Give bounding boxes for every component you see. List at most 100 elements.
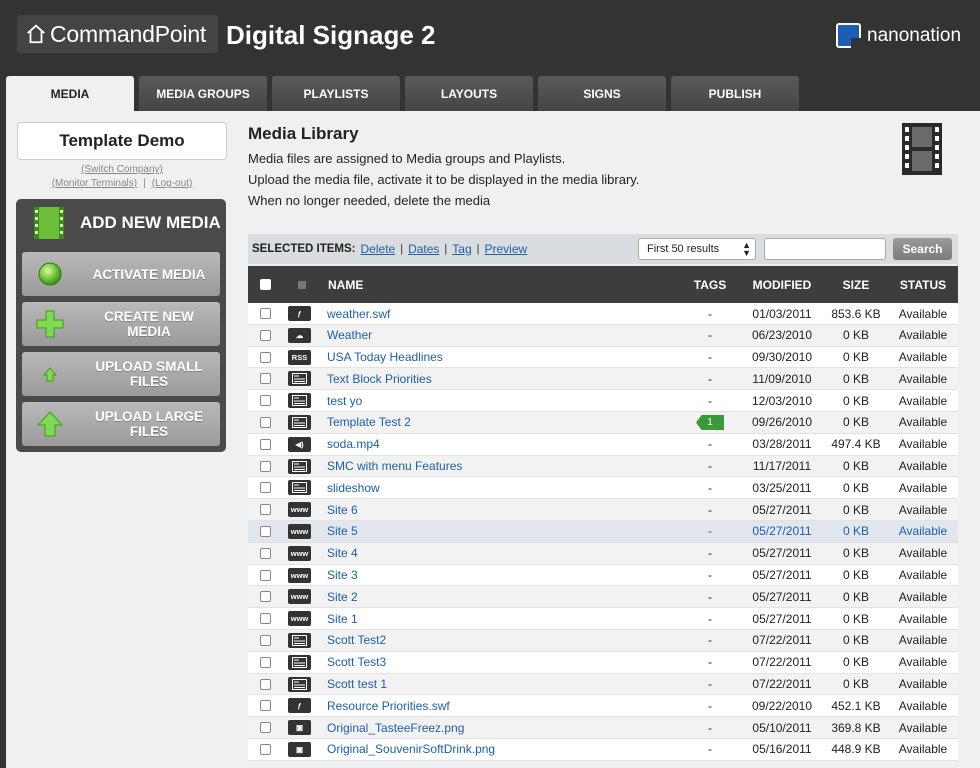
media-status: Available [898, 546, 948, 561]
row-checkbox[interactable] [260, 739, 272, 760]
media-name-link[interactable]: Original_SouvenirSoftDrink.png [327, 739, 495, 760]
delete-link[interactable]: Delete [361, 242, 396, 256]
row-checkbox[interactable] [260, 477, 272, 498]
row-checkbox[interactable] [260, 652, 272, 673]
column-size[interactable]: SIZE [824, 266, 888, 303]
link-separator: | [400, 243, 404, 255]
row-checkbox[interactable] [260, 586, 272, 607]
table-row[interactable]: www Site 5 - 05/27/2011 0 KB Available [248, 520, 958, 543]
nanonation-logo-icon [836, 23, 861, 48]
preview-link[interactable]: Preview [485, 242, 528, 256]
row-checkbox[interactable] [260, 368, 272, 389]
tab-media-groups[interactable]: MEDIA GROUPS [139, 76, 267, 111]
table-row[interactable]: Text Block Priorities - 11/09/2010 0 KB Avai… [248, 368, 958, 391]
row-checkbox[interactable] [260, 499, 272, 520]
media-name-link[interactable]: Scott Test3 [327, 652, 386, 673]
media-name-link[interactable]: USA Today Headlines [327, 347, 443, 368]
table-row[interactable]: www Site 6 - 05/27/2011 0 KB Available [248, 499, 958, 521]
row-checkbox[interactable] [260, 434, 272, 455]
row-checkbox[interactable] [260, 695, 272, 716]
row-checkbox[interactable] [260, 456, 272, 477]
column-status[interactable]: STATUS [894, 266, 952, 303]
tag-count-badge[interactable]: 1 [696, 414, 724, 430]
table-row[interactable]: SMC with menu Features - 11/17/2011 0 KB Ava… [248, 455, 958, 478]
type-column-icon [298, 266, 306, 303]
row-checkbox[interactable] [260, 303, 272, 324]
upload-large-files-button[interactable]: UPLOAD LARGE FILES [22, 402, 220, 446]
dates-link[interactable]: Dates [408, 242, 439, 256]
media-modified: 07/22/2011 [752, 677, 812, 692]
table-row[interactable]: ▣ Original_SouvenirSoftDrink.png - 05/16/20… [248, 738, 958, 761]
media-name-link[interactable]: Template Test 2 [327, 412, 411, 433]
table-row[interactable]: www Site 3 - 05/27/2011 0 KB Available [248, 564, 958, 587]
row-checkbox[interactable] [260, 565, 272, 586]
column-modified[interactable]: MODIFIED [748, 266, 816, 303]
row-checkbox[interactable] [260, 521, 272, 542]
media-tags: - [708, 437, 712, 452]
column-name[interactable]: NAME [328, 266, 363, 303]
table-row[interactable]: Scott Test2 - 07/22/2011 0 KB Available [248, 629, 958, 652]
table-row[interactable]: Scott test 1 - 07/22/2011 0 KB Available [248, 673, 958, 696]
row-checkbox[interactable] [260, 674, 272, 695]
row-checkbox[interactable] [260, 608, 272, 629]
table-row[interactable]: ƒ weather.swf - 01/03/2011 853.6 KB Available [248, 303, 958, 325]
tab-playlists[interactable]: PLAYLISTS [272, 76, 400, 111]
results-count-select[interactable]: First 50 results ▲ ▼ [638, 238, 756, 260]
media-modified: 05/10/2011 [752, 720, 812, 735]
search-input[interactable] [764, 238, 886, 260]
media-name-link[interactable]: slideshow [327, 477, 380, 498]
upload-small-files-button[interactable]: UPLOAD SMALL FILES [22, 352, 220, 396]
search-button[interactable]: Search [893, 238, 952, 260]
row-checkbox[interactable] [260, 325, 272, 346]
media-name-link[interactable]: Original_TasteeFreez.png [327, 717, 464, 738]
media-name-link[interactable]: test yo [327, 390, 362, 411]
media-name-link[interactable]: SMC with menu Features [327, 456, 462, 477]
table-row[interactable]: ƒ Resource Priorities.swf - 09/22/2010 452.1… [248, 695, 958, 718]
activate-media-button[interactable]: ACTIVATE MEDIA [22, 252, 220, 296]
row-checkbox[interactable] [260, 347, 272, 368]
media-tags: - [708, 589, 712, 604]
media-name-link[interactable]: weather.swf [327, 303, 390, 324]
tab-layouts[interactable]: LAYOUTS [405, 76, 533, 111]
media-name-link[interactable]: soda.mp4 [327, 434, 380, 455]
row-checkbox[interactable] [260, 390, 272, 411]
tag-link[interactable]: Tag [452, 242, 471, 256]
table-row[interactable]: RSS USA Today Headlines - 09/30/2010 0 KB Ava… [248, 346, 958, 369]
media-name-link[interactable]: Site 6 [327, 499, 358, 520]
table-row[interactable]: slideshow - 03/25/2011 0 KB Available [248, 477, 958, 500]
row-checkbox[interactable] [260, 717, 272, 738]
table-row[interactable]: www Site 4 - 05/27/2011 0 KB Available [248, 542, 958, 565]
table-row[interactable]: www Site 2 - 05/27/2011 0 KB Available [248, 586, 958, 609]
table-row[interactable]: ▣ Original_TasteeFreez.png - 05/10/2011 369.… [248, 717, 958, 739]
media-name-link[interactable]: Site 1 [327, 608, 358, 629]
row-checkbox[interactable] [260, 630, 272, 651]
media-size: 0 KB [842, 393, 869, 408]
media-name-link[interactable]: Weather [327, 325, 372, 346]
media-name-link[interactable]: Site 2 [327, 586, 358, 607]
brand-logo[interactable]: CommandPoint [17, 15, 218, 53]
tab-signs[interactable]: SIGNS [538, 76, 666, 111]
row-checkbox[interactable] [260, 412, 272, 433]
table-row[interactable]: Template Test 2 1 09/26/2010 0 KB Available [248, 411, 958, 434]
tab-media[interactable]: MEDIA [6, 76, 134, 111]
table-row[interactable]: www Site 1 - 05/27/2011 0 KB Available [248, 608, 958, 630]
logout-link[interactable]: (Log-out) [152, 178, 193, 189]
table-row[interactable]: Scott Test3 - 07/22/2011 0 KB Available [248, 651, 958, 674]
create-new-media-button[interactable]: CREATE NEW MEDIA [22, 302, 220, 346]
switch-company-link[interactable]: (Switch Company) [17, 164, 227, 175]
monitor-terminals-link[interactable]: (Monitor Terminals) [52, 178, 137, 189]
row-checkbox[interactable] [260, 543, 272, 564]
media-name-link[interactable]: Site 5 [327, 521, 358, 542]
tab-publish[interactable]: PUBLISH [671, 76, 799, 111]
column-tags[interactable]: TAGS [693, 266, 727, 303]
media-name-link[interactable]: Scott test 1 [327, 674, 387, 695]
media-name-link[interactable]: Text Block Priorities [327, 368, 432, 389]
table-row[interactable]: ◀) soda.mp4 - 03/28/2011 497.4 KB Available [248, 433, 958, 456]
media-name-link[interactable]: Site 3 [327, 565, 358, 586]
table-row[interactable]: ☁ Weather - 06/23/2010 0 KB Available [248, 324, 958, 347]
media-name-link[interactable]: Scott Test2 [327, 630, 386, 651]
media-name-link[interactable]: Site 4 [327, 543, 358, 564]
select-all-checkbox[interactable] [260, 266, 271, 303]
media-name-link[interactable]: Resource Priorities.swf [327, 695, 450, 716]
table-row[interactable]: test yo - 12/03/2010 0 KB Available [248, 390, 958, 412]
